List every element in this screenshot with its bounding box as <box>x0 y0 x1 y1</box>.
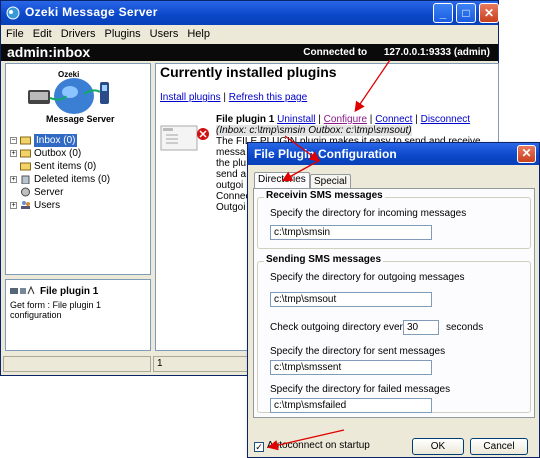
minimize-button[interactable]: _ <box>433 3 453 23</box>
install-plugins-link[interactable]: Install plugins <box>160 92 221 103</box>
tab-special[interactable]: Special <box>310 174 351 188</box>
plugin-paths: (Inbox: c:\tmp\smsin Outbox: c:\tmp\smso… <box>216 125 412 136</box>
check-interval-label: Check outgoing directory every <box>270 322 408 333</box>
account-header: admin:inbox Connected to 127.0.0.1:9333 … <box>1 44 498 61</box>
sent-dir-input[interactable]: c:\tmp\smssent <box>270 360 432 375</box>
connected-label: Connected to <box>303 47 368 58</box>
expand-icon[interactable]: + <box>10 176 17 183</box>
maximize-button[interactable]: □ <box>456 3 476 23</box>
receive-group-title: Receivin SMS messages <box>264 190 385 201</box>
logo-word-top: Ozeki <box>58 70 80 79</box>
outgoing-dir-input[interactable]: c:\tmp\smsout <box>270 292 432 307</box>
refresh-link[interactable]: Refresh this page <box>229 92 307 103</box>
dialog-title-bar[interactable]: File Plugin Configuration ✕ <box>248 143 539 165</box>
menu-help[interactable]: Help <box>182 25 214 40</box>
tree-item-outbox[interactable]: + Outbox (0) <box>6 147 150 160</box>
tree-label-sent: Sent items (0) <box>34 161 97 172</box>
dialog-close-button[interactable]: ✕ <box>517 145 536 163</box>
plugin-thumbnail-icon <box>160 125 209 151</box>
plugin-links: Install plugins | Refresh this page <box>160 92 307 103</box>
title-bar[interactable]: Ozeki Message Server _ □ ✕ <box>1 1 499 25</box>
failed-label: Specify the directory for failed message… <box>270 384 451 395</box>
status-cell-left <box>3 356 151 372</box>
logo-word-bottom: Message Server <box>46 114 115 124</box>
info-text: Get form : File plugin 1 configuration <box>10 300 102 320</box>
sent-label: Specify the directory for sent messages <box>270 346 446 357</box>
send-group: Sending SMS messages Specify the directo… <box>257 254 531 413</box>
trash-icon <box>21 175 30 184</box>
tree-label-deleted: Deleted items (0) <box>34 174 111 185</box>
plugin-name: File plugin 1 <box>216 114 275 125</box>
page-title: Currently installed plugins <box>160 64 337 80</box>
ok-button[interactable]: OK <box>412 438 464 455</box>
directories-panel: Receivin SMS messages Specify the direct… <box>253 188 535 418</box>
expand-icon[interactable]: + <box>10 150 17 157</box>
menu-users[interactable]: Users <box>145 25 183 40</box>
send-group-title: Sending SMS messages <box>264 254 384 265</box>
link-separator: | <box>318 114 321 125</box>
tab-directories[interactable]: Directories <box>254 172 310 189</box>
connected-value: 127.0.0.1:9333 (admin) <box>383 47 490 58</box>
incoming-label: Specify the directory for incoming messa… <box>270 208 467 219</box>
tree-item-inbox[interactable]: − Inbox (0) <box>6 134 150 147</box>
tree-item-deleted[interactable]: + Deleted items (0) <box>6 173 150 186</box>
inbox-icon <box>20 136 31 145</box>
users-icon <box>21 201 30 209</box>
account-label: admin:inbox <box>7 44 91 60</box>
navigation-pane: Ozeki Message Server − Inbox (0) + Outbo… <box>5 63 151 275</box>
folder-tree: − Inbox (0) + Outbox (0) Sent items (0) … <box>6 134 150 212</box>
tree-item-sent[interactable]: Sent items (0) <box>6 160 150 173</box>
tree-label-users: Users <box>34 200 61 211</box>
disconnect-link[interactable]: Disconnect <box>421 114 470 125</box>
outgoing-label: Specify the directory for outgoing messa… <box>270 272 465 283</box>
uninstall-link[interactable]: Uninstall <box>277 114 315 125</box>
link-separator: | <box>415 114 418 125</box>
server-icon <box>21 187 30 197</box>
tree-item-server[interactable]: Server <box>6 186 150 199</box>
tree-label-inbox: Inbox (0) <box>34 134 78 147</box>
collapse-icon[interactable]: − <box>10 137 17 144</box>
tree-item-users[interactable]: + Users <box>6 199 150 212</box>
menu-edit[interactable]: Edit <box>28 25 56 40</box>
menu-file[interactable]: File <box>1 25 28 40</box>
expand-icon[interactable]: + <box>10 202 17 209</box>
menu-drivers[interactable]: Drivers <box>56 25 100 40</box>
menu-bar: File Edit Drivers Plugins Users Help <box>1 25 498 44</box>
failed-dir-input[interactable]: c:\tmp\smsfailed <box>270 398 432 413</box>
check-interval-input[interactable]: 30 <box>403 320 439 335</box>
ozeki-logo: Ozeki Message Server <box>20 68 132 128</box>
receive-group: Receivin SMS messages Specify the direct… <box>257 190 531 249</box>
sent-icon <box>20 162 31 171</box>
window-title: Ozeki Message Server <box>25 5 158 19</box>
plugin-icon <box>10 286 35 295</box>
incoming-dir-input[interactable]: c:\tmp\smsin <box>270 225 432 240</box>
info-pane: File plugin 1 Get form : File plugin 1 c… <box>5 279 151 351</box>
check-interval-unit: seconds <box>446 322 484 333</box>
autoconnect-checkbox[interactable]: ✓ <box>254 442 264 452</box>
file-plugin-config-dialog: File Plugin Configuration ✕ Directories … <box>247 142 540 458</box>
app-icon <box>6 6 20 20</box>
configure-link[interactable]: Configure <box>324 114 367 125</box>
tree-label-server: Server <box>34 187 64 198</box>
connect-link[interactable]: Connect <box>375 114 412 125</box>
link-separator: | <box>223 92 226 103</box>
autoconnect-label: Autoconnect on startup <box>267 440 370 451</box>
connection-status: Connected to 127.0.0.1:9333 (admin) <box>303 44 490 61</box>
menu-plugins[interactable]: Plugins <box>100 25 145 40</box>
close-button[interactable]: ✕ <box>479 3 499 23</box>
tree-label-outbox: Outbox (0) <box>34 148 82 159</box>
outbox-icon <box>20 149 31 158</box>
cancel-button[interactable]: Cancel <box>470 438 528 455</box>
link-separator: | <box>369 114 373 125</box>
dialog-title: File Plugin Configuration <box>254 147 397 161</box>
info-title: File plugin 1 <box>40 286 99 297</box>
